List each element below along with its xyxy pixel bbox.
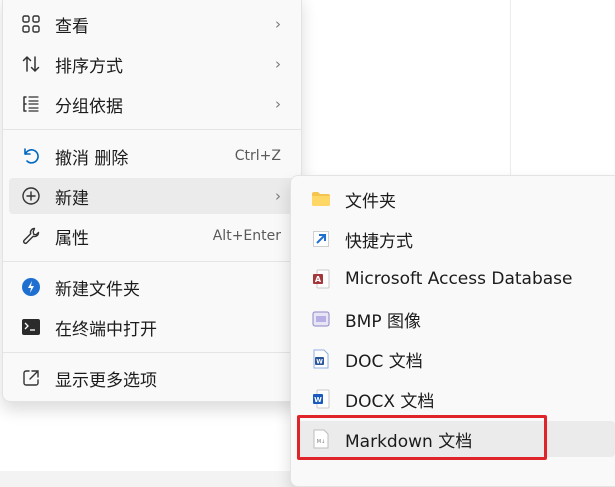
grid-view-icon bbox=[21, 14, 41, 34]
menu-separator bbox=[3, 129, 301, 130]
submenu-item-label: Microsoft Access Database bbox=[345, 269, 573, 289]
menu-separator bbox=[3, 352, 301, 353]
menu-item-undo-delete-label: 撤消 删除 bbox=[55, 148, 129, 169]
menu-item-new-folder-label: 新建文件夹 bbox=[55, 279, 140, 300]
chevron-right-icon: › bbox=[275, 95, 281, 113]
add-circle-icon bbox=[21, 186, 41, 206]
menu-item-sort-by-label: 排序方式 bbox=[55, 56, 123, 77]
menu-item-properties[interactable]: 属性 Alt+Enter bbox=[9, 218, 295, 254]
menu-item-properties-label: 属性 bbox=[55, 228, 89, 249]
group-list-icon bbox=[21, 94, 41, 114]
menu-item-open-in-terminal-label: 在终端中打开 bbox=[55, 319, 157, 340]
submenu-item-label: 快捷方式 bbox=[345, 231, 413, 252]
new-folder-badge-icon bbox=[21, 277, 41, 297]
svg-text:W: W bbox=[314, 396, 322, 404]
menu-item-show-more-options-label: 显示更多选项 bbox=[55, 370, 157, 391]
menu-item-group-by[interactable]: 分组依据 › bbox=[9, 86, 295, 122]
open-external-icon bbox=[21, 368, 41, 388]
annotation-highlight-box bbox=[297, 415, 547, 460]
access-icon: A bbox=[311, 269, 331, 289]
menu-separator bbox=[3, 261, 301, 262]
menu-item-open-in-terminal[interactable]: 在终端中打开 bbox=[9, 309, 295, 345]
submenu-item-label: DOC 文档 bbox=[345, 351, 423, 372]
properties-shortcut: Alt+Enter bbox=[212, 228, 281, 244]
menu-item-sort-by[interactable]: 排序方式 › bbox=[9, 46, 295, 82]
submenu-item-shortcut[interactable]: 快捷方式 bbox=[297, 221, 615, 257]
chevron-right-icon: › bbox=[275, 15, 281, 33]
undo-icon bbox=[21, 146, 41, 166]
svg-text:A: A bbox=[315, 275, 322, 284]
menu-item-group-by-label: 分组依据 bbox=[55, 96, 123, 117]
menu-item-view[interactable]: 查看 › bbox=[9, 6, 295, 42]
bmp-image-icon bbox=[311, 309, 331, 329]
submenu-item-label: 文件夹 bbox=[345, 191, 396, 212]
doc-icon: W bbox=[311, 349, 331, 369]
menu-item-new-folder[interactable]: 新建文件夹 bbox=[9, 269, 295, 305]
submenu-item-docx[interactable]: W DOCX 文档 bbox=[297, 381, 615, 417]
wrench-icon bbox=[21, 226, 41, 246]
submenu-item-bmp[interactable]: BMP 图像 bbox=[297, 301, 615, 337]
undo-shortcut: Ctrl+Z bbox=[234, 148, 281, 164]
sort-icon bbox=[21, 54, 41, 74]
submenu-item-doc[interactable]: W DOC 文档 bbox=[297, 341, 615, 377]
context-menu: 查看 › 排序方式 › 分组依据 › 撤消 删除 Ctrl+Z 新建 › 属性 … bbox=[2, 0, 302, 402]
menu-item-view-label: 查看 bbox=[55, 16, 89, 37]
menu-item-new-label: 新建 bbox=[55, 188, 89, 209]
submenu-item-label: DOCX 文档 bbox=[345, 391, 435, 412]
shortcut-icon bbox=[311, 229, 331, 249]
submenu-item-label: BMP 图像 bbox=[345, 311, 421, 332]
svg-text:W: W bbox=[316, 359, 323, 366]
folder-icon bbox=[311, 189, 331, 209]
menu-item-undo-delete[interactable]: 撤消 删除 Ctrl+Z bbox=[9, 138, 295, 174]
menu-item-show-more-options[interactable]: 显示更多选项 bbox=[9, 360, 295, 396]
submenu-item-access-db[interactable]: A Microsoft Access Database bbox=[297, 261, 615, 297]
terminal-icon bbox=[21, 317, 41, 337]
docx-icon: W bbox=[311, 389, 331, 409]
submenu-item-folder[interactable]: 文件夹 bbox=[297, 181, 615, 217]
chevron-right-icon: › bbox=[275, 187, 281, 205]
chevron-right-icon: › bbox=[275, 55, 281, 73]
menu-item-new[interactable]: 新建 › bbox=[9, 178, 295, 214]
